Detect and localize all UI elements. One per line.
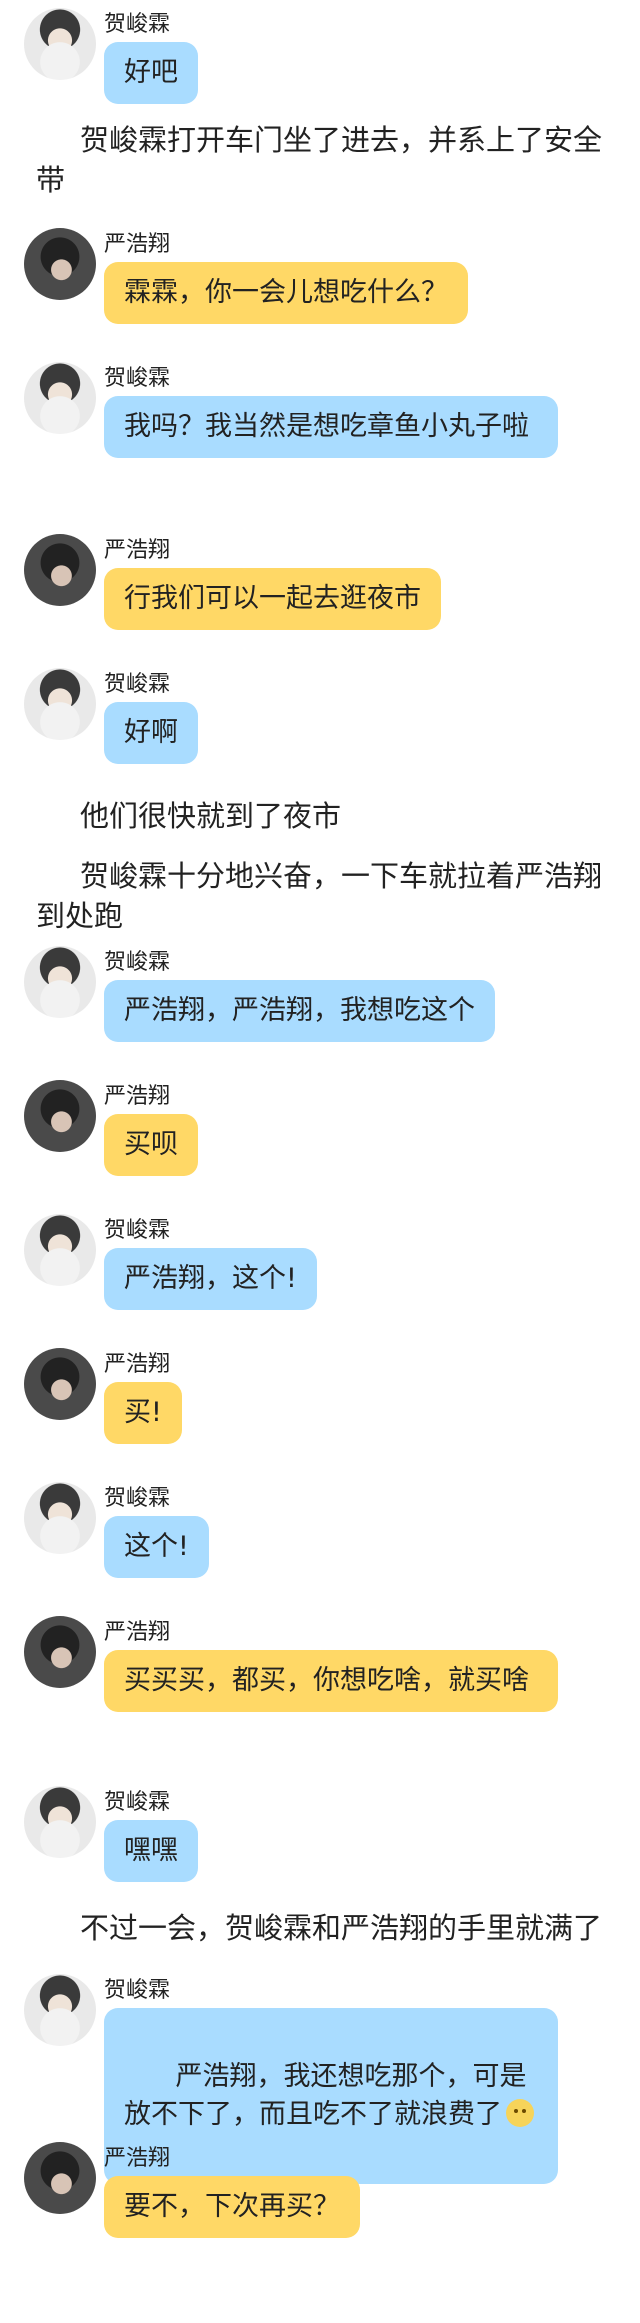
sender-name: 严浩翔 [104, 1084, 171, 1109]
avatar[interactable] [24, 228, 96, 300]
message-text: 严浩翔，我还想吃那个，可是放不下了，而且吃不了就浪费了 [124, 2061, 527, 2130]
narration-text: 不过一会，贺峻霖和严浩翔的手里就满了 [80, 1911, 603, 1945]
sender-name: 严浩翔 [104, 1352, 171, 1377]
sad-face-emoji [506, 2099, 534, 2127]
sender-name: 贺峻霖 [104, 1486, 171, 1511]
message-bubble[interactable]: 买买买，都买，你想吃啥，就买啥 [104, 1650, 558, 1712]
narration-text: 他们很快就到了夜市 [80, 799, 342, 833]
message-bubble[interactable]: 严浩翔，严浩翔，我想吃这个 [104, 980, 495, 1042]
sender-name: 严浩翔 [104, 232, 171, 257]
message-bubble[interactable]: 我吗？我当然是想吃章鱼小丸子啦 [104, 396, 558, 458]
sender-name: 贺峻霖 [104, 1790, 171, 1815]
message-bubble[interactable]: 严浩翔，我还想吃那个，可是放不下了，而且吃不了就浪费了 [104, 2008, 558, 2184]
avatar[interactable] [24, 362, 96, 434]
avatar[interactable] [24, 668, 96, 740]
sender-name: 严浩翔 [104, 2146, 171, 2171]
message-bubble[interactable]: 买! [104, 1382, 182, 1444]
sender-name: 贺峻霖 [104, 12, 171, 37]
avatar[interactable] [24, 1974, 96, 2046]
message-bubble[interactable]: 要不，下次再买？ [104, 2176, 360, 2238]
sender-name: 贺峻霖 [104, 366, 171, 391]
avatar[interactable] [24, 946, 96, 1018]
avatar[interactable] [24, 1482, 96, 1554]
sender-name: 严浩翔 [104, 1620, 171, 1645]
message-bubble[interactable]: 这个! [104, 1516, 209, 1578]
avatar[interactable] [24, 2142, 96, 2214]
narration-text: 贺峻霖十分地兴奋，一下车就拉着严浩翔到处跑 [36, 859, 603, 933]
avatar[interactable] [24, 1348, 96, 1420]
message-bubble[interactable]: 霖霖，你一会儿想吃什么？ [104, 262, 468, 324]
avatar[interactable] [24, 534, 96, 606]
message-bubble[interactable]: 好吧 [104, 42, 198, 104]
narration-text: 贺峻霖打开车门坐了进去，并系上了安全带 [36, 123, 603, 197]
avatar[interactable] [24, 8, 96, 80]
sender-name: 贺峻霖 [104, 1978, 171, 2003]
message-bubble[interactable]: 行我们可以一起去逛夜市 [104, 568, 441, 630]
avatar[interactable] [24, 1616, 96, 1688]
sender-name: 贺峻霖 [104, 672, 171, 697]
message-bubble[interactable]: 买呗 [104, 1114, 198, 1176]
message-bubble[interactable]: 嘿嘿 [104, 1820, 198, 1882]
avatar[interactable] [24, 1214, 96, 1286]
avatar[interactable] [24, 1786, 96, 1858]
message-bubble[interactable]: 严浩翔，这个! [104, 1248, 317, 1310]
sender-name: 贺峻霖 [104, 950, 171, 975]
message-bubble[interactable]: 好啊 [104, 702, 198, 764]
avatar[interactable] [24, 1080, 96, 1152]
sender-name: 贺峻霖 [104, 1218, 171, 1243]
sender-name: 严浩翔 [104, 538, 171, 563]
